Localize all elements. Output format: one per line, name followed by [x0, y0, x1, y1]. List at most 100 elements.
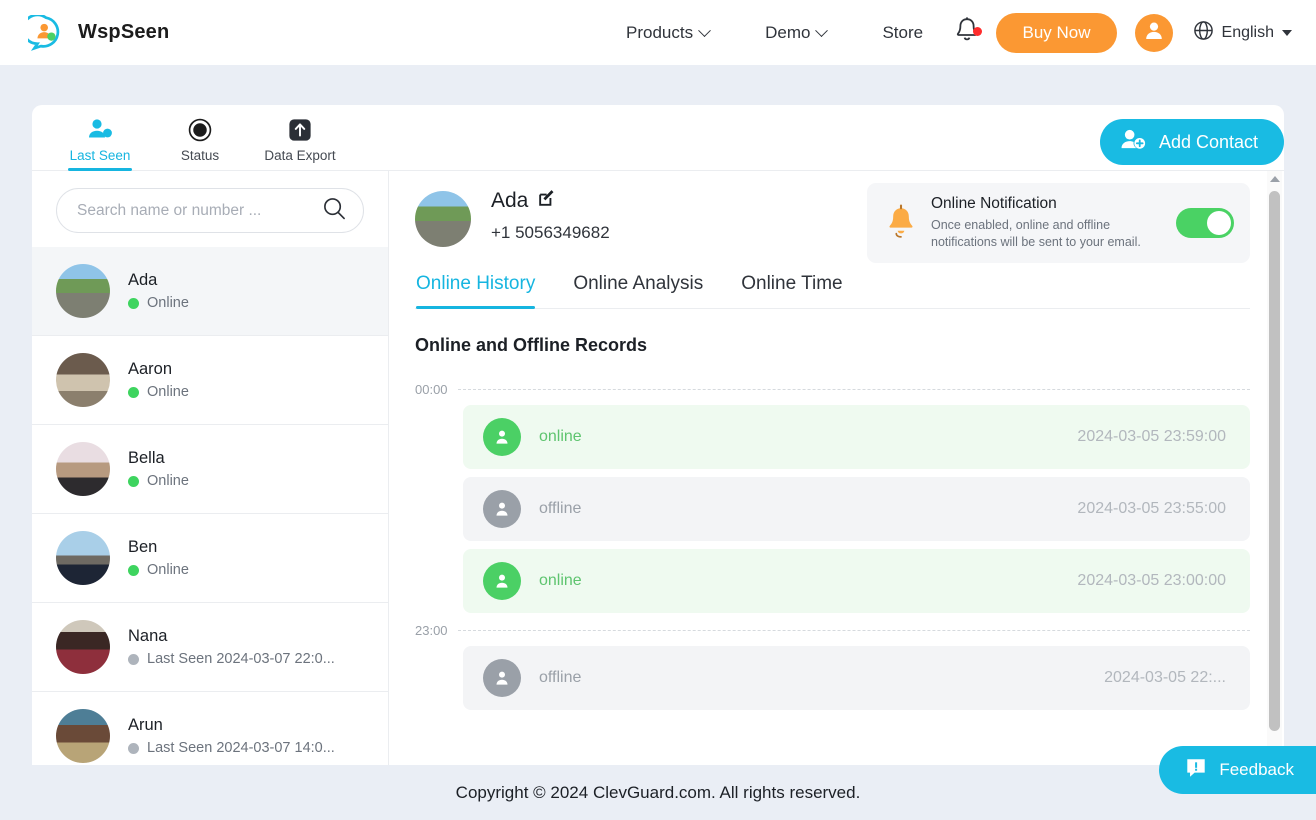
contact-status-label: Online — [147, 384, 189, 400]
brand[interactable]: WspSeen — [21, 13, 170, 51]
main-card: Last Seen Status Data Export Add Contact… — [32, 105, 1284, 765]
user-avatar-icon — [1142, 18, 1166, 47]
tab-online-history[interactable]: Online History — [416, 273, 536, 309]
add-contact-button[interactable]: Add Contact — [1099, 119, 1284, 165]
avatar — [56, 264, 110, 318]
avatar — [56, 353, 110, 407]
contact-status-label: Last Seen 2024-03-07 22:0... — [147, 651, 335, 667]
tab-online-time[interactable]: Online Time — [741, 273, 842, 308]
nav-item-demo[interactable]: Demo — [737, 23, 854, 43]
timeline-divider — [457, 389, 1250, 390]
search-area — [32, 171, 388, 247]
search-input[interactable] — [77, 201, 322, 220]
top-navigation-bar: WspSeen Products Demo Store Buy Now Engl… — [0, 0, 1316, 65]
mode-tab-data-export[interactable]: Data Export — [250, 117, 350, 170]
notification-title: Online Notification — [931, 195, 1057, 213]
mode-tab-label: Last Seen — [69, 148, 131, 163]
avatar — [56, 709, 110, 763]
search-box[interactable] — [56, 188, 364, 233]
offline-person-icon — [483, 490, 521, 528]
online-notification-toggle[interactable] — [1176, 208, 1234, 238]
contact-status: Online — [128, 562, 368, 578]
record-row[interactable]: online 2024-03-05 23:59:00 — [463, 405, 1250, 469]
offline-person-icon — [483, 659, 521, 697]
contact-status: Online — [128, 295, 368, 311]
detail-scrollbar[interactable] — [1267, 171, 1282, 765]
scrollbar-thumb[interactable] — [1269, 191, 1280, 731]
timeline-time-label: 23:00 — [415, 623, 448, 638]
record-row[interactable]: offline 2024-03-05 22:... — [463, 646, 1250, 710]
avatar — [56, 620, 110, 674]
chevron-down-icon — [698, 24, 711, 38]
timeline-divider — [457, 630, 1250, 631]
record-row[interactable]: online 2024-03-05 23:00:00 — [463, 549, 1250, 613]
contact-name: Aaron — [128, 360, 173, 378]
card-body: Ada Online Aaron Online — [32, 171, 1284, 765]
contact-status: Last Seen 2024-03-07 14:0... — [128, 740, 368, 756]
status-dot-icon — [128, 653, 139, 665]
wspseen-logo-icon — [21, 13, 64, 51]
detail-tab-list: Online History Online Analysis Online Ti… — [415, 273, 1250, 309]
feedback-button[interactable]: Feedback — [1159, 746, 1316, 794]
notification-badge-dot — [973, 27, 983, 36]
contact-list-panel: Ada Online Aaron Online — [32, 171, 389, 765]
contact-name: Arun — [128, 716, 163, 734]
records-section-title: Online and Offline Records — [415, 335, 648, 355]
contact-list-item-arun[interactable]: Arun Last Seen 2024-03-07 14:0... — [32, 692, 388, 765]
nav-item-label: Products — [626, 22, 694, 42]
avatar — [56, 531, 110, 585]
records-timeline: 00:00 online 2024-03-05 23:59:00 offline… — [415, 382, 1250, 710]
tab-online-analysis[interactable]: Online Analysis — [573, 273, 703, 308]
mode-tab-label: Status — [180, 148, 220, 163]
primary-nav: Products Demo Store — [598, 0, 951, 65]
feedback-alert-icon — [1185, 757, 1207, 784]
mode-tab-list: Last Seen Status Data Export — [32, 117, 350, 171]
chevron-down-icon — [815, 24, 829, 38]
buy-now-button[interactable]: Buy Now — [996, 12, 1117, 53]
online-person-icon — [483, 418, 521, 456]
feedback-label: Feedback — [1219, 760, 1294, 779]
online-notification-card: Online Notification Once enabled, online… — [867, 183, 1250, 263]
contact-list-item-bella[interactable]: Bella Online — [32, 425, 388, 514]
mode-tab-status[interactable]: Status — [150, 117, 250, 170]
contact-status-label: Online — [147, 295, 189, 311]
contact-list-item-aaron[interactable]: Aaron Online — [32, 336, 388, 425]
contact-detail-panel: Ada +1 5056349682 Online Notification On… — [389, 171, 1284, 765]
record-state-label: offline — [539, 500, 582, 517]
nav-item-products[interactable]: Products — [598, 23, 737, 43]
brand-name: WspSeen — [78, 21, 170, 43]
record-timestamp: 2024-03-05 22:... — [1104, 669, 1226, 686]
contact-name: Nana — [128, 627, 168, 645]
notifications-button[interactable] — [944, 16, 990, 49]
language-selector[interactable]: English — [1193, 20, 1292, 46]
record-row[interactable]: offline 2024-03-05 23:55:00 — [463, 477, 1250, 541]
toggle-knob — [1207, 211, 1231, 235]
add-person-icon — [1120, 128, 1147, 156]
nav-item-store[interactable]: Store — [854, 23, 951, 43]
mode-tab-last-seen[interactable]: Last Seen — [50, 117, 150, 171]
status-dot-icon — [128, 742, 139, 754]
upload-arrow-icon — [250, 117, 350, 143]
avatar — [415, 191, 471, 247]
contact-name: Ben — [128, 538, 158, 556]
contact-list-item-ben[interactable]: Ben Online — [32, 514, 388, 603]
scroll-up-arrow-icon[interactable] — [1269, 176, 1280, 182]
page-title: Ada — [491, 189, 529, 212]
record-timestamp: 2024-03-05 23:59:00 — [1077, 428, 1226, 445]
contact-status: Online — [128, 473, 368, 489]
contact-status: Online — [128, 384, 368, 400]
status-ring-icon — [150, 117, 250, 143]
account-avatar-button[interactable] — [1134, 13, 1173, 52]
contact-name: Bella — [128, 449, 165, 467]
nav-right-group: Buy Now English — [944, 0, 1292, 65]
contact-status-label: Online — [147, 562, 189, 578]
search-icon[interactable] — [322, 196, 347, 226]
contact-list-item-nana[interactable]: Nana Last Seen 2024-03-07 22:0... — [32, 603, 388, 692]
contact-status-label: Last Seen 2024-03-07 14:0... — [147, 740, 335, 756]
record-state-label: offline — [539, 669, 582, 686]
edit-pencil-icon[interactable] — [538, 189, 556, 213]
profile-header: Ada +1 5056349682 Online Notification On… — [415, 183, 1250, 263]
contact-list-item-ada[interactable]: Ada Online — [32, 247, 388, 336]
bell-orange-icon — [885, 203, 917, 244]
language-label: English — [1221, 23, 1274, 41]
